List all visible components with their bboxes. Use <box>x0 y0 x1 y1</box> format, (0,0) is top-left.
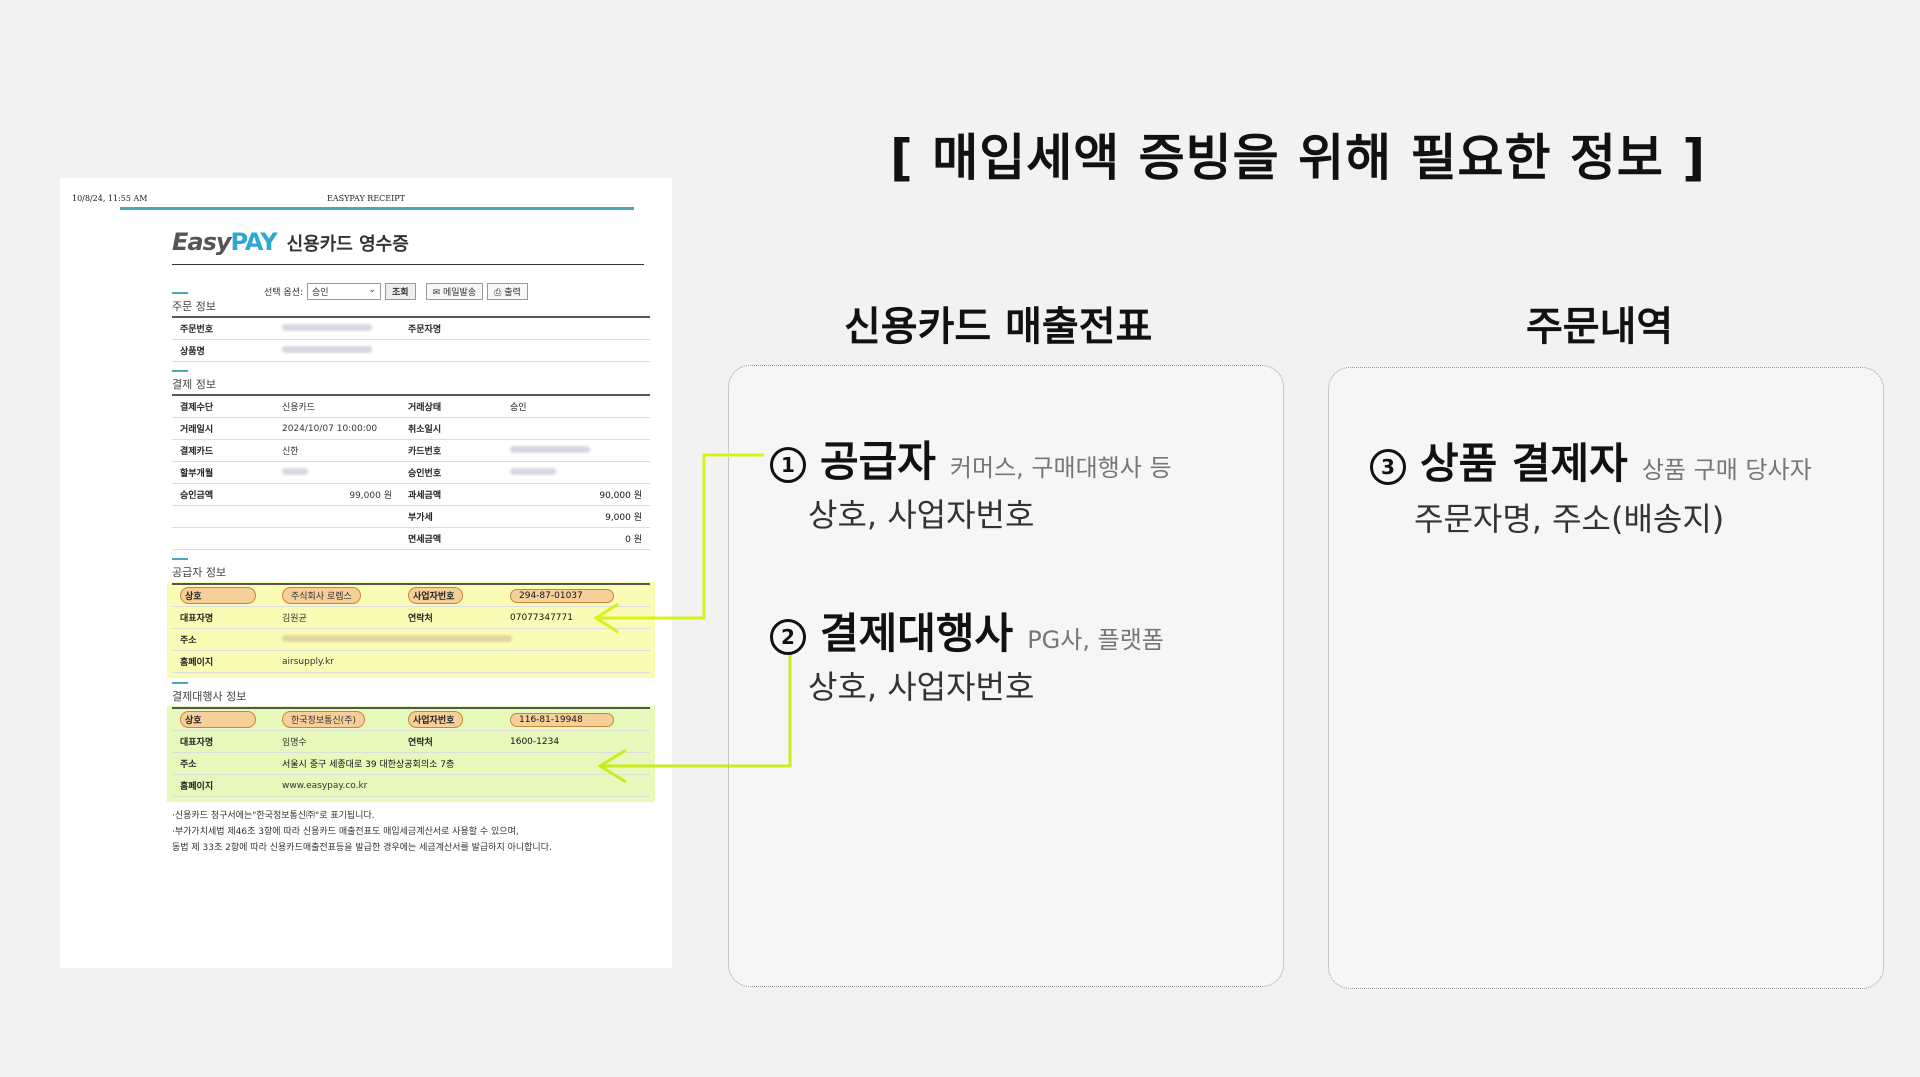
pg-arrow <box>600 655 792 768</box>
connector-arrows <box>593 453 792 784</box>
supplier-arrow <box>596 453 764 620</box>
